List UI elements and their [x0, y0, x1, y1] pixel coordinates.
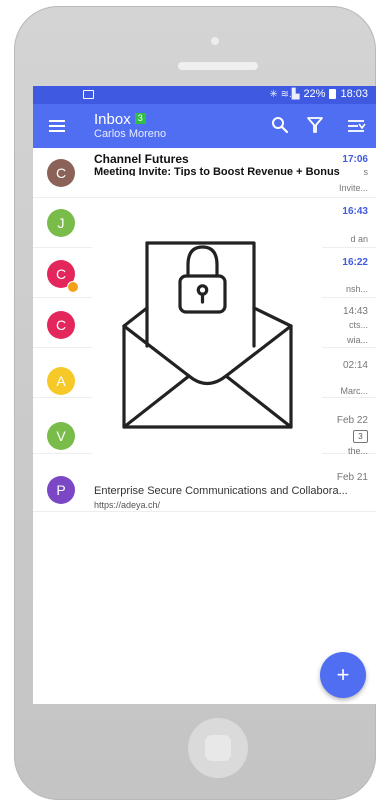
lock-icon: [67, 281, 79, 293]
status-time: 18:03: [340, 88, 368, 100]
menu-icon[interactable]: [49, 120, 65, 132]
fragment: Invite...: [338, 183, 368, 193]
unread-count-badge: 3: [134, 113, 146, 124]
search-icon[interactable]: [269, 114, 291, 136]
avatar: A: [47, 367, 75, 395]
inbox-title-line: Inbox 3: [94, 111, 166, 128]
earpiece-speaker: [178, 62, 258, 70]
signal-icons: ✳ ≋.▙: [269, 88, 300, 100]
filter-icon[interactable]: [304, 114, 326, 136]
front-camera: [211, 37, 219, 45]
snippet: https://adeya.ch/: [94, 500, 161, 510]
sort-icon[interactable]: [345, 114, 367, 136]
fragment: s: [363, 167, 369, 177]
notification-icon: [83, 90, 94, 99]
home-button-inner: [205, 735, 231, 761]
email-row[interactable]: C Channel Futures Meeting Invite: Tips t…: [33, 148, 376, 198]
time: 16:43: [342, 206, 368, 217]
fragment: nsh...: [345, 284, 368, 294]
locked-envelope-icon: [122, 241, 293, 429]
avatar: P: [47, 476, 75, 504]
home-button[interactable]: [188, 718, 248, 778]
avatar: C: [47, 159, 75, 187]
secure-mail-overlay: [92, 198, 322, 476]
time: 14:43: [342, 306, 368, 317]
subject: Meeting Invite: Tips to Boost Revenue + …: [94, 166, 340, 176]
screen: ✳ ≋.▙ 22% 18:03 Inbox 3 Carlos Moreno C …: [33, 86, 376, 704]
app-toolbar: Inbox 3 Carlos Moreno: [33, 104, 376, 148]
account-name[interactable]: Carlos Moreno: [94, 128, 166, 141]
subject: Enterprise Secure Communications and Col…: [94, 485, 348, 497]
fragment: Marc...: [340, 386, 368, 396]
time: Feb 21: [336, 472, 368, 483]
time: 17:06: [342, 154, 368, 165]
battery-percent: 22%: [303, 88, 326, 100]
avatar: C: [47, 311, 75, 339]
avatar: J: [47, 209, 75, 237]
time: 16:22: [342, 257, 368, 268]
title-wrap: Inbox 3 Carlos Moreno: [94, 111, 166, 141]
time: 02:14: [342, 360, 368, 371]
compose-button[interactable]: +: [320, 652, 366, 698]
fragment: wia...: [346, 335, 368, 345]
time: Feb 22: [336, 415, 368, 426]
status-bar: ✳ ≋.▙ 22% 18:03: [33, 86, 376, 104]
battery-icon: [329, 89, 337, 99]
fragment: d an: [350, 234, 368, 244]
thread-count: 3: [353, 430, 368, 443]
avatar: V: [47, 422, 75, 450]
inbox-title: Inbox: [94, 111, 131, 128]
sender: Channel Futures: [94, 152, 189, 166]
fragment: cts...: [348, 320, 368, 330]
